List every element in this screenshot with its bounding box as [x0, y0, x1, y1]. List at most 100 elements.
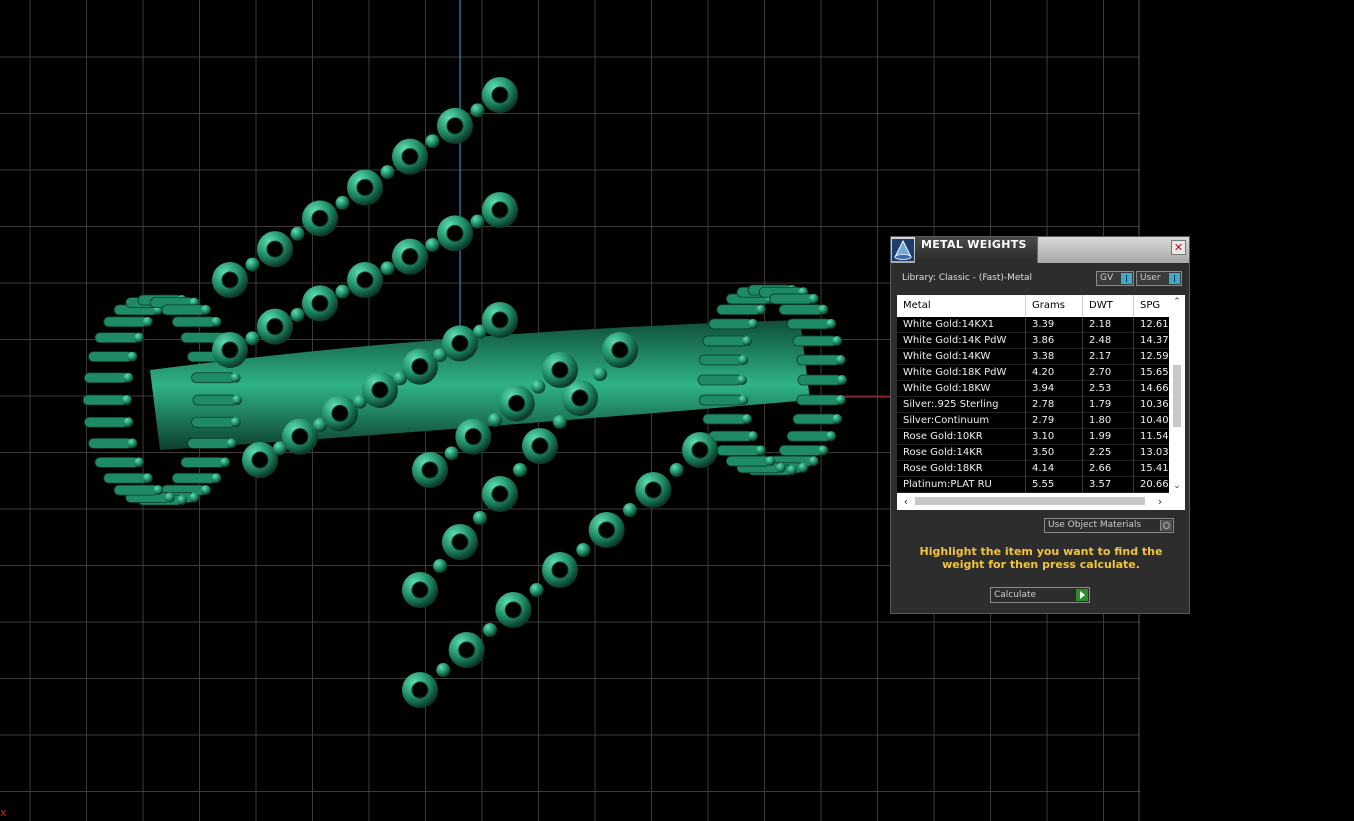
ring-cylinder [191, 372, 237, 384]
cell-grams: 3.86 [1026, 333, 1083, 349]
cell-metal: White Gold:18K PdW [897, 365, 1026, 381]
cell-spg: 20.66 [1140, 479, 1169, 490]
ring-arm [451, 533, 469, 551]
scroll-thumb[interactable] [1173, 365, 1181, 427]
metal-table[interactable]: Metal Grams DWT SPG White Gold:14KX1 3.39… [897, 295, 1185, 510]
table-row[interactable]: Rose Gold:10KR 3.10 1.99 11.54 [897, 429, 1169, 445]
ring-cylinder [189, 492, 200, 503]
cell-dwt: 2.66 [1083, 461, 1134, 477]
cell-dwt: 3.57 [1083, 477, 1134, 493]
ring-cylinder [708, 318, 754, 330]
use-object-materials-toggle[interactable]: Use Object Materials [1044, 518, 1174, 533]
ring-cylinder [171, 472, 217, 484]
cell-grams: 2.79 [1026, 413, 1083, 429]
ring-arm [669, 463, 684, 477]
scroll-up-icon[interactable]: ⌃ [1169, 295, 1185, 309]
cell-dwt: 2.18 [1083, 317, 1134, 333]
ring-cylinder [226, 438, 237, 449]
cell-metal: White Gold:14K PdW [897, 333, 1026, 349]
close-icon[interactable]: ✕ [1171, 240, 1186, 255]
gv-toggle[interactable]: GV [1096, 271, 1134, 286]
user-toggle-label: User [1140, 273, 1161, 283]
vertical-scrollbar[interactable]: ⌃ ⌄ [1169, 295, 1185, 493]
cell-metal: White Gold:18KW [897, 381, 1026, 397]
ring-arm [221, 341, 239, 359]
column-header-metal[interactable]: Metal [897, 295, 1026, 317]
corner-marker: x [0, 806, 7, 819]
cell-spg: 10.36 [1140, 399, 1169, 410]
ring-cylinder [765, 456, 776, 467]
ring-arm [531, 379, 546, 394]
ring-cylinder [94, 332, 140, 344]
table-row[interactable]: White Gold:14K PdW 3.86 2.48 14.37 [897, 333, 1169, 349]
panel-title: METAL WEIGHTS [921, 238, 1027, 251]
ring-cylinder [153, 485, 164, 496]
table-row[interactable]: White Gold:14KX1 3.39 2.18 12.61 [897, 317, 1169, 333]
metal-weights-panel: METAL WEIGHTS ✕ Library: Classic - (Fast… [890, 236, 1190, 614]
calculate-label: Calculate [994, 590, 1037, 600]
ring-cylinder [698, 394, 744, 406]
ring-arm [491, 311, 509, 329]
app-logo-icon [892, 239, 914, 261]
table-row[interactable]: Rose Gold:14KR 3.50 2.25 13.03 [897, 445, 1169, 461]
ring-cylinder [161, 304, 207, 316]
ring-cylinder [177, 495, 187, 505]
ring-cylinder [83, 416, 129, 428]
radio-icon [1160, 520, 1172, 531]
ring-arm [401, 148, 419, 166]
column-header-dwt[interactable]: DWT [1083, 295, 1134, 317]
cell-spg: 15.65 [1140, 367, 1169, 378]
ring-cylinder [171, 316, 217, 328]
cell-metal: White Gold:14KW [897, 349, 1026, 365]
table-row[interactable]: Silver:.925 Sterling 2.78 1.79 10.36 [897, 397, 1169, 413]
cell-grams: 3.39 [1026, 317, 1083, 333]
ring-arm [266, 240, 284, 258]
ring-cylinder [818, 445, 829, 456]
ring-arm [251, 451, 269, 469]
table-row[interactable]: White Gold:18KW 3.94 2.53 14.66 [897, 381, 1169, 397]
ring-arm [644, 481, 662, 499]
calculate-button[interactable]: Calculate [990, 587, 1090, 603]
table-row[interactable]: White Gold:14KW 3.38 2.17 12.59 [897, 349, 1169, 365]
cell-dwt: 1.80 [1083, 413, 1134, 429]
ring-arm [411, 581, 429, 599]
ring-arm [483, 623, 497, 637]
table-row[interactable]: Platinum:PLAT RU 5.55 3.57 20.66 [897, 477, 1169, 493]
table-row[interactable]: Silver:Continuum 2.79 1.80 10.40 [897, 413, 1169, 429]
scroll-down-icon[interactable]: ⌄ [1169, 479, 1185, 493]
ring-cylinder [725, 455, 771, 467]
column-header-spg[interactable]: SPG [1134, 295, 1169, 317]
ring-arm [470, 214, 485, 229]
cell-spg: 11.54 [1140, 431, 1169, 442]
ring-arm [551, 561, 569, 579]
column-header-grams[interactable]: Grams [1026, 295, 1083, 317]
table-row[interactable]: Rose Gold:18KR 4.14 2.66 15.41 [897, 461, 1169, 477]
ring-arm [531, 437, 549, 455]
ring-arm [513, 463, 527, 477]
ring-arm [691, 441, 709, 459]
ring-cylinder [786, 430, 832, 442]
ring-cylinder [88, 351, 133, 363]
ring-cylinder [769, 293, 815, 305]
ring-cylinder [191, 416, 237, 428]
user-toggle[interactable]: User [1136, 271, 1182, 286]
ring-cylinder [796, 354, 842, 366]
cell-metal: Rose Gold:18KR [897, 461, 1026, 477]
ring-cylinder [747, 318, 758, 329]
ring-cylinder [211, 473, 222, 484]
ring-arm [491, 485, 509, 503]
horizontal-scrollbar[interactable]: ‹ › [897, 493, 1185, 510]
scroll-thumb-horizontal[interactable] [915, 497, 1145, 505]
panel-titlebar[interactable]: METAL WEIGHTS ✕ [891, 237, 1189, 263]
scroll-right-icon[interactable]: › [1153, 493, 1167, 510]
ring-cylinder [826, 431, 837, 442]
ring-arm [446, 224, 464, 242]
ring-arm [576, 543, 591, 557]
ring-arm [433, 559, 447, 573]
cell-spg: 10.40 [1140, 415, 1169, 426]
table-row[interactable]: White Gold:18K PdW 4.20 2.70 15.65 [897, 365, 1169, 381]
scroll-left-icon[interactable]: ‹ [899, 493, 913, 510]
ring-cylinder [698, 354, 744, 366]
ring-arm [623, 503, 637, 517]
ring-cylinder [82, 394, 128, 406]
